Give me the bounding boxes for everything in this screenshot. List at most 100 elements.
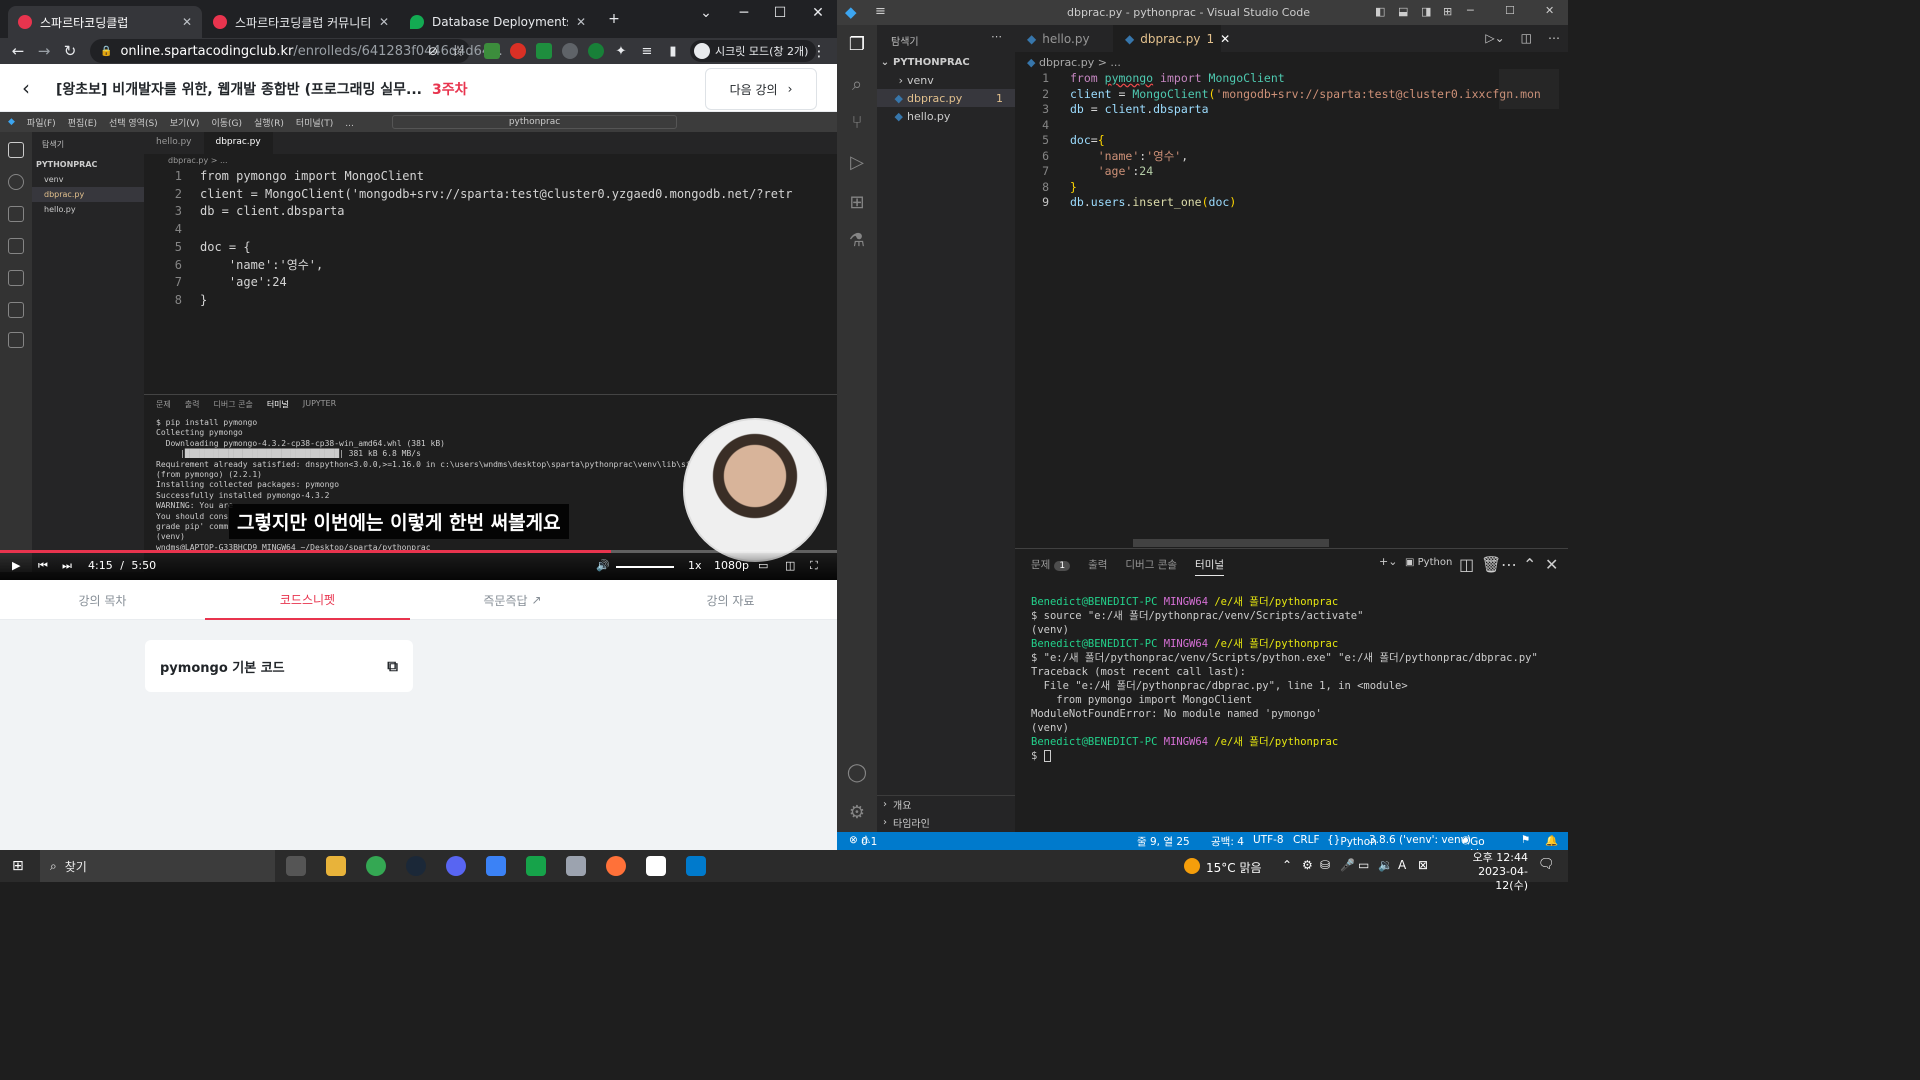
- tab-code-snippets[interactable]: 코드스니펫: [205, 580, 410, 620]
- file-explorer-icon[interactable]: [326, 856, 346, 876]
- firefox-app-icon[interactable]: [606, 856, 626, 876]
- incognito-badge[interactable]: 시크릿 모드(창 2개): [690, 40, 817, 62]
- testing-icon[interactable]: ⚗: [846, 229, 868, 251]
- panel-tab-problems[interactable]: 문제 1: [1031, 557, 1071, 576]
- extension-icon[interactable]: [536, 43, 552, 59]
- app-icon[interactable]: [526, 856, 546, 876]
- vscode-app-icon[interactable]: [686, 856, 706, 876]
- problems-status[interactable]: ⊗ 0 ⚠ 1: [849, 834, 877, 848]
- forward-icon[interactable]: →: [33, 40, 55, 62]
- indentation[interactable]: 공백: 4: [1211, 834, 1244, 849]
- editor-tab-dbprac[interactable]: ◆ dbprac.py 1 ✕: [1113, 25, 1230, 52]
- panel-tab-debug-console[interactable]: 디버그 콘솔: [1125, 557, 1177, 576]
- eol[interactable]: CRLF: [1293, 834, 1320, 846]
- minimize-button[interactable]: ─: [1467, 4, 1474, 17]
- code-editor[interactable]: 1 from pymongo import MongoClient 2 client…: [1015, 71, 1541, 211]
- close-tab-icon[interactable]: ✕: [576, 15, 586, 29]
- split-terminal-icon[interactable]: ◫: [1459, 555, 1474, 574]
- steam-app-icon[interactable]: [406, 856, 426, 876]
- globe-extension-icon[interactable]: [562, 43, 578, 59]
- settings-gear-icon[interactable]: ⚙: [846, 801, 868, 823]
- copy-icon[interactable]: ⧉: [387, 657, 398, 675]
- quality-button[interactable]: 1080p: [714, 559, 749, 572]
- close-window-button[interactable]: ✕: [800, 0, 836, 26]
- eye-off-icon[interactable]: ⊘: [422, 40, 444, 62]
- media-queue-icon[interactable]: ≡: [636, 40, 658, 62]
- maximize-button[interactable]: ☐: [762, 0, 798, 26]
- app-icon[interactable]: [646, 856, 666, 876]
- encoding[interactable]: UTF-8: [1253, 834, 1284, 846]
- discord-app-icon[interactable]: [446, 856, 466, 876]
- source-control-icon[interactable]: ⑂: [846, 111, 868, 133]
- back-icon[interactable]: ←: [7, 40, 29, 62]
- next-lecture-button[interactable]: 다음 강의 ›: [705, 68, 817, 110]
- trash-icon[interactable]: 🗑: [1481, 555, 1501, 574]
- more-actions-icon[interactable]: ⋯: [1501, 555, 1517, 574]
- minimap[interactable]: [1499, 69, 1559, 109]
- toggle-secondary-sidebar-icon[interactable]: ◨: [1421, 5, 1431, 18]
- tray-icon[interactable]: ⚙: [1302, 858, 1313, 872]
- minimize-button[interactable]: ─: [726, 0, 762, 26]
- tray-chevron-icon[interactable]: ⌃: [1282, 858, 1292, 872]
- fullscreen-icon[interactable]: ⛶: [810, 559, 818, 573]
- reload-icon[interactable]: ↻: [59, 40, 81, 62]
- next-icon[interactable]: ⏭: [62, 559, 72, 573]
- maximize-panel-icon[interactable]: ⌃: [1523, 555, 1536, 574]
- volume-slider[interactable]: [616, 566, 674, 568]
- customize-layout-icon[interactable]: ⊞: [1443, 5, 1452, 18]
- volume-icon[interactable]: 🔉: [1378, 858, 1393, 872]
- explorer-icon[interactable]: ❐: [846, 33, 868, 55]
- tree-item-dbprac[interactable]: ◆ dbprac.py 1: [877, 89, 1015, 107]
- toggle-panel-icon[interactable]: ⬓: [1398, 5, 1408, 18]
- new-tab-button[interactable]: +: [596, 6, 632, 32]
- close-window-button[interactable]: ✕: [1545, 4, 1554, 17]
- network-icon[interactable]: ▭: [1358, 858, 1369, 872]
- windows-start-icon[interactable]: ⊞: [12, 858, 24, 874]
- browser-tab-sparta[interactable]: 스파르타코딩클럽 ✕: [8, 6, 202, 38]
- project-folder[interactable]: ⌄ PYTHONPRAC: [877, 53, 1015, 71]
- app-icon[interactable]: [486, 856, 506, 876]
- chrome-menu-icon[interactable]: ⋮: [808, 40, 830, 62]
- browser-tab-mongodb[interactable]: Database Deployments | Cloud ✕: [400, 6, 596, 38]
- more-actions-icon[interactable]: ⋯: [1540, 25, 1568, 52]
- python-interpreter[interactable]: 3.8.6 ('venv': venv): [1369, 834, 1471, 846]
- split-editor-icon[interactable]: ◫: [1513, 25, 1540, 52]
- app-icon[interactable]: [566, 856, 586, 876]
- cursor-position[interactable]: 줄 9, 열 25: [1137, 834, 1190, 849]
- language-mode[interactable]: {} Python: [1327, 834, 1377, 848]
- bookmark-star-icon[interactable]: ☆: [447, 40, 469, 62]
- run-python-icon[interactable]: ▷⌄: [1477, 25, 1512, 52]
- clock[interactable]: 오후 12:44 2023-04-12(수): [1448, 851, 1528, 893]
- search-icon[interactable]: ⌕: [846, 73, 868, 95]
- play-icon[interactable]: ▶: [12, 559, 20, 572]
- microphone-icon[interactable]: 🎤: [1340, 858, 1355, 872]
- puzzle-extensions-icon[interactable]: ✦: [610, 40, 632, 62]
- run-debug-icon[interactable]: ▷: [846, 151, 868, 173]
- extension-icon[interactable]: [510, 43, 526, 59]
- panel-tab-terminal[interactable]: 터미널: [1195, 557, 1225, 576]
- tree-item-hello[interactable]: ◆ hello.py: [877, 107, 1015, 125]
- ime-hangul-icon[interactable]: ⊠: [1418, 858, 1428, 872]
- lecture-video[interactable]: ◆ 파일(F) 편집(E) 선택 영역(S) 보기(V) 이동(G) 실행(R) 터미널(T…: [0, 112, 837, 580]
- task-view-icon[interactable]: [286, 856, 306, 876]
- speed-button[interactable]: 1x: [688, 559, 702, 572]
- timeline-section[interactable]: › 타임라인: [877, 813, 1015, 831]
- tab-toc[interactable]: 강의 목차: [0, 580, 205, 620]
- weather-widget[interactable]: 15°C 맑음: [1206, 859, 1262, 876]
- address-bar[interactable]: 🔒 online.spartacodingclub.kr/enrolleds/6…: [90, 39, 503, 63]
- side-panel-icon[interactable]: ▮: [662, 40, 684, 62]
- feedback-icon[interactable]: ⚑: [1521, 834, 1530, 846]
- outline-section[interactable]: › 개요: [877, 795, 1015, 813]
- snippet-card[interactable]: pymongo 기본 코드 ⧉: [145, 640, 413, 692]
- extensions-icon[interactable]: ⊞: [846, 191, 868, 213]
- panel-tab-output[interactable]: 출력: [1088, 557, 1107, 576]
- go-live[interactable]: ◉ Go Live: [1461, 834, 1492, 860]
- extension-icon[interactable]: [484, 43, 500, 59]
- more-actions-icon[interactable]: ⋯: [991, 30, 1002, 43]
- extension-icon[interactable]: [588, 43, 604, 59]
- captions-icon[interactable]: ▭: [758, 559, 768, 572]
- ime-icon[interactable]: A: [1398, 858, 1406, 872]
- close-tab-icon[interactable]: ✕: [379, 15, 389, 29]
- horizontal-scrollbar[interactable]: [1133, 539, 1329, 547]
- close-tab-icon[interactable]: ✕: [182, 15, 192, 29]
